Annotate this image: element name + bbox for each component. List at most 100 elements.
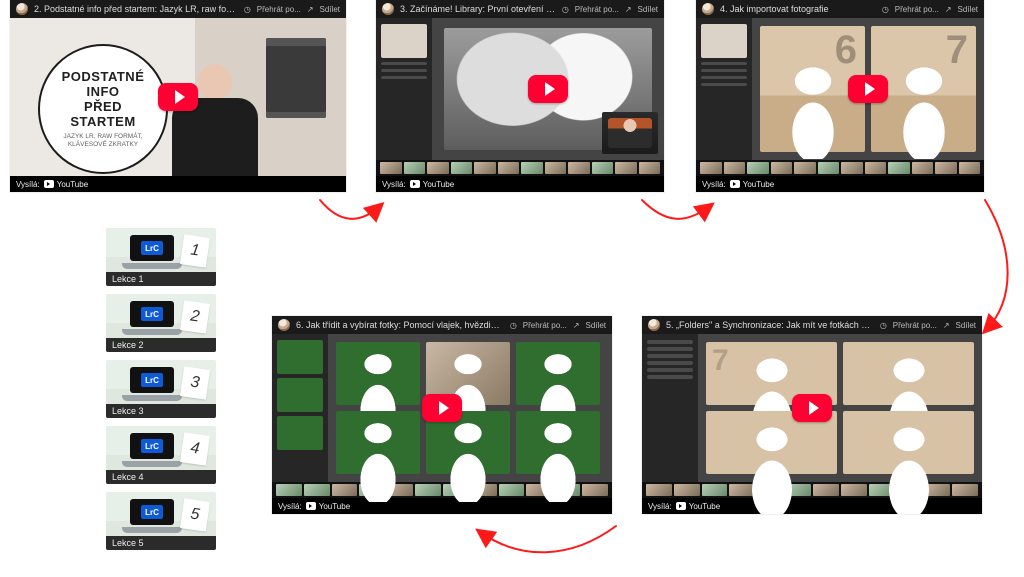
share-icon[interactable]: ↗ [625,5,632,14]
play-later-label[interactable]: Přehrát po... [523,321,567,330]
lesson-card[interactable]: LrC 1 Lekce 1 [106,228,216,286]
sidebar-thumb [277,416,323,450]
overlay-number: 7 [712,344,729,378]
video-card-3[interactable]: 4. Jak importovat fotografie ◷ Přehrát p… [696,0,984,192]
play-later-label[interactable]: Přehrát po... [895,5,939,14]
broadcast-bar: Vysílá: YouTube [10,176,346,192]
sidebar [272,334,328,482]
youtube-text: YouTube [57,180,88,189]
share-icon[interactable]: ↗ [945,5,952,14]
broadcast-label: Vysílá: [648,502,672,511]
picture-in-picture [602,112,658,154]
lrc-badge: LrC [141,241,163,255]
note-number: 5 [180,498,210,531]
sidebar-thumb [701,24,747,58]
video-card-2[interactable]: 3. Začínáme! Library: První otevření LR … [376,0,664,192]
share-label[interactable]: Sdílet [586,321,606,330]
lesson-card[interactable]: LrC 5 Lekce 5 [106,492,216,550]
sidebar-thumb [277,378,323,412]
lrc-badge: LrC [141,307,163,321]
lesson-list: LrC 1 Lekce 1 LrC 2 Lekce 2 LrC 3 Lekce … [106,228,216,558]
youtube-logo[interactable]: YouTube [410,180,454,189]
video-titlebar: 3. Začínáme! Library: První otevření LR … [376,0,664,18]
note-number: 4 [180,432,210,465]
share-label[interactable]: Sdílet [320,5,340,14]
laptop-icon: LrC [122,367,182,401]
laptop-icon: LrC [122,235,182,269]
broadcast-label: Vysílá: [382,180,406,189]
youtube-logo[interactable]: YouTube [306,502,350,511]
play-button[interactable] [792,394,832,422]
clock-icon[interactable]: ◷ [562,5,569,14]
play-button[interactable] [848,75,888,103]
sidebar-thumb [381,24,427,58]
youtube-text: YouTube [689,502,720,511]
laptop-icon: LrC [122,433,182,467]
lesson-caption: Lekce 4 [106,470,216,484]
grid-cell [843,342,974,405]
channel-avatar-icon [702,3,714,15]
note-number: 1 [180,234,210,267]
youtube-logo[interactable]: YouTube [44,180,88,189]
sidebar [376,18,432,160]
share-icon[interactable]: ↗ [573,321,580,330]
lrc-badge: LrC [141,439,163,453]
shelf [266,38,326,118]
grid-cell [516,411,600,474]
play-later-label[interactable]: Přehrát po... [575,5,619,14]
note-number: 2 [180,300,210,333]
note-number: 3 [180,366,210,399]
badge-line2: PŘED STARTEM [50,99,156,129]
grid-cell [516,342,600,405]
lesson-card[interactable]: LrC 2 Lekce 2 [106,294,216,352]
lesson-card[interactable]: LrC 3 Lekce 3 [106,360,216,418]
youtube-logo[interactable]: YouTube [676,502,720,511]
clock-icon[interactable]: ◷ [882,5,889,14]
clock-icon[interactable]: ◷ [510,321,517,330]
lesson-card[interactable]: LrC 4 Lekce 4 [106,426,216,484]
play-button[interactable] [528,75,568,103]
video-title: 4. Jak importovat fotografie [720,4,876,14]
youtube-logo[interactable]: YouTube [730,180,774,189]
badge-circle: PODSTATNÉ INFO PŘED STARTEM JAZYK LR, RA… [38,44,168,174]
sidebar [642,334,698,482]
channel-avatar-icon [382,3,394,15]
channel-avatar-icon [16,3,28,15]
filmstrip[interactable] [376,160,664,176]
video-card-1[interactable]: 2. Podstatné info před startem: Jazyk LR… [10,0,346,192]
video-card-5[interactable]: 5. „Folders" a Synchronizace: Jak mít ve… [642,316,982,514]
lrc-badge: LrC [141,373,163,387]
badge-sub: JAZYK LR, RAW FORMÁT, KLÁVESOVÉ ZKRATKY [50,133,156,149]
share-icon[interactable]: ↗ [943,321,950,330]
play-button[interactable] [158,83,198,111]
youtube-text: YouTube [743,180,774,189]
play-later-label[interactable]: Přehrát po... [257,5,301,14]
channel-avatar-icon [278,319,290,331]
broadcast-label: Vysílá: [278,502,302,511]
presenter [172,56,258,176]
video-card-6[interactable]: 6. Jak třídit a vybírat fotky: Pomocí vl… [272,316,612,514]
share-label[interactable]: Sdílet [958,5,978,14]
lesson-caption: Lekce 3 [106,404,216,418]
grid-cell [336,342,420,405]
broadcast-bar: Vysílá: YouTube [696,176,984,192]
clock-icon[interactable]: ◷ [880,321,887,330]
filmstrip[interactable] [696,160,984,176]
youtube-text: YouTube [319,502,350,511]
laptop-icon: LrC [122,499,182,533]
lesson-caption: Lekce 1 [106,272,216,286]
clock-icon[interactable]: ◷ [244,5,251,14]
sidebar [696,18,752,160]
channel-avatar-icon [648,319,660,331]
video-preview: 4 [272,334,612,482]
play-button[interactable] [422,394,462,422]
share-icon[interactable]: ↗ [307,5,314,14]
share-label[interactable]: Sdílet [638,5,658,14]
overlay-number: 6 [835,28,857,73]
play-later-label[interactable]: Přehrát po... [893,321,937,330]
sidebar-thumb [277,340,323,374]
video-title: 6. Jak třídit a vybírat fotky: Pomocí vl… [296,320,504,330]
video-preview: PODSTATNÉ INFO PŘED STARTEM JAZYK LR, RA… [10,18,346,176]
overlay-number: 7 [946,28,968,73]
share-label[interactable]: Sdílet [956,321,976,330]
